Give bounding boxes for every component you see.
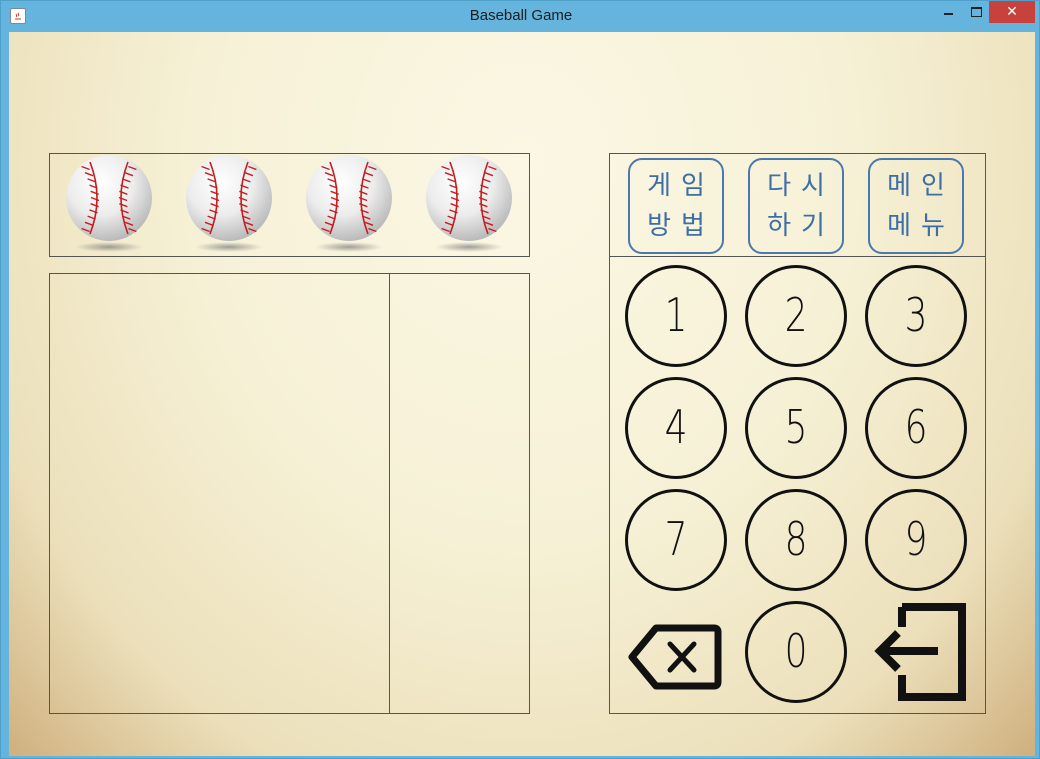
key-1-label: 1 xyxy=(664,288,688,342)
enter-icon[interactable] xyxy=(868,603,968,701)
key-0[interactable]: 0 xyxy=(745,601,847,703)
restart-button[interactable]: 다시 하기 xyxy=(748,158,844,254)
baseball-icon xyxy=(304,154,394,254)
key-3-label: 3 xyxy=(904,288,928,342)
key-7-label: 7 xyxy=(664,512,688,566)
number-keypad: 1 2 3 4 5 6 7 8 9 0 xyxy=(609,257,986,714)
key-8[interactable]: 8 xyxy=(745,489,847,591)
how-to-play-line2: 방법 xyxy=(647,211,715,241)
key-7[interactable]: 7 xyxy=(625,489,727,591)
key-0-label: 0 xyxy=(784,624,808,678)
key-9[interactable]: 9 xyxy=(865,489,967,591)
baseball-icon xyxy=(64,154,154,254)
guess-history-list xyxy=(50,274,390,713)
app-window: Baseball Game ✕ 게임 방법 다시 하기 메인 메뉴 1 2 3 … xyxy=(0,0,1040,759)
key-5-label: 5 xyxy=(784,400,808,454)
main-menu-line2: 메뉴 xyxy=(887,211,955,241)
window-title: Baseball Game xyxy=(469,7,573,24)
key-9-label: 9 xyxy=(904,512,928,566)
how-to-play-line1: 게임 xyxy=(647,171,715,201)
title-bar[interactable]: Baseball Game ✕ xyxy=(1,1,1040,32)
key-4[interactable]: 4 xyxy=(625,377,727,479)
history-panel xyxy=(49,273,530,714)
answer-display xyxy=(49,153,530,257)
key-5[interactable]: 5 xyxy=(745,377,847,479)
key-2[interactable]: 2 xyxy=(745,265,847,367)
how-to-play-button[interactable]: 게임 방법 xyxy=(628,158,724,254)
key-2-label: 2 xyxy=(784,288,808,342)
baseball-icon xyxy=(424,154,514,254)
close-button[interactable]: ✕ xyxy=(989,1,1035,23)
restart-line1: 다시 xyxy=(767,171,835,201)
key-6[interactable]: 6 xyxy=(865,377,967,479)
maximize-button[interactable] xyxy=(963,1,989,23)
baseball-icon xyxy=(184,154,274,254)
menu-bar: 게임 방법 다시 하기 메인 메뉴 xyxy=(609,153,986,257)
main-menu-button[interactable]: 메인 메뉴 xyxy=(868,158,964,254)
key-3[interactable]: 3 xyxy=(865,265,967,367)
key-4-label: 4 xyxy=(664,400,688,454)
restart-line2: 하기 xyxy=(767,211,835,241)
main-menu-line1: 메인 xyxy=(887,171,955,201)
key-6-label: 6 xyxy=(904,400,928,454)
minimize-button[interactable] xyxy=(935,1,961,23)
key-1[interactable]: 1 xyxy=(625,265,727,367)
backspace-icon[interactable] xyxy=(628,620,724,694)
key-8-label: 8 xyxy=(784,512,808,566)
result-history-list xyxy=(390,274,529,713)
game-panel: 게임 방법 다시 하기 메인 메뉴 1 2 3 4 5 6 7 8 9 0 xyxy=(9,32,1035,756)
